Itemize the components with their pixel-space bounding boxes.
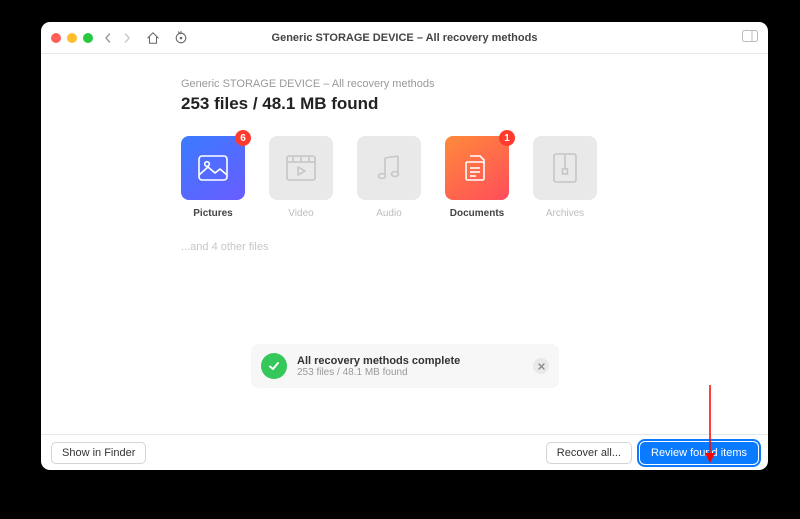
category-archives[interactable]: Archives [533,136,597,219]
window-controls [51,33,93,43]
pictures-tile: 6 [181,136,245,200]
completion-title: All recovery methods complete [297,355,460,367]
app-window: Generic STORAGE DEVICE – All recovery me… [41,22,768,470]
category-audio[interactable]: Audio [357,136,421,219]
pictures-badge: 6 [235,130,251,146]
close-window-button[interactable] [51,33,61,43]
category-video[interactable]: Video [269,136,333,219]
check-icon [261,353,287,379]
document-icon [462,153,492,183]
video-label: Video [269,208,333,219]
pictures-label: Pictures [181,208,245,219]
category-documents[interactable]: 1 Documents [445,136,509,219]
documents-badge: 1 [499,130,515,146]
completion-text: All recovery methods complete 253 files … [297,355,460,378]
home-button[interactable] [146,31,164,45]
archives-label: Archives [533,208,597,219]
show-in-finder-button[interactable]: Show in Finder [51,442,146,464]
archives-tile [533,136,597,200]
recover-all-button[interactable]: Recover all... [546,442,632,464]
archive-icon [553,153,577,183]
toolbar: Generic STORAGE DEVICE – All recovery me… [41,22,768,54]
footer: Show in Finder Recover all... Review fou… [41,434,768,470]
back-button[interactable] [103,33,119,43]
completion-panel: All recovery methods complete 253 files … [251,344,559,388]
review-found-items-button[interactable]: Review found items [640,442,758,464]
documents-label: Documents [445,208,509,219]
nav-arrows [103,33,138,43]
image-icon [198,155,228,181]
scan-button[interactable] [174,31,192,45]
video-icon [286,155,316,181]
audio-tile [357,136,421,200]
documents-tile: 1 [445,136,509,200]
video-tile [269,136,333,200]
sidebar-toggle-button[interactable] [742,30,758,42]
zoom-window-button[interactable] [83,33,93,43]
breadcrumb: Generic STORAGE DEVICE – All recovery me… [181,78,768,90]
content-area: Generic STORAGE DEVICE – All recovery me… [41,54,768,434]
category-pictures[interactable]: 6 Pictures [181,136,245,219]
completion-subtitle: 253 files / 48.1 MB found [297,367,460,378]
audio-icon [376,154,402,182]
forward-button[interactable] [122,33,138,43]
audio-label: Audio [357,208,421,219]
minimize-window-button[interactable] [67,33,77,43]
results-headline: 253 files / 48.1 MB found [181,94,768,114]
other-files-text: ...and 4 other files [181,241,768,253]
completion-close-button[interactable] [533,358,549,374]
category-tiles: 6 Pictures Video Audio [181,136,768,219]
